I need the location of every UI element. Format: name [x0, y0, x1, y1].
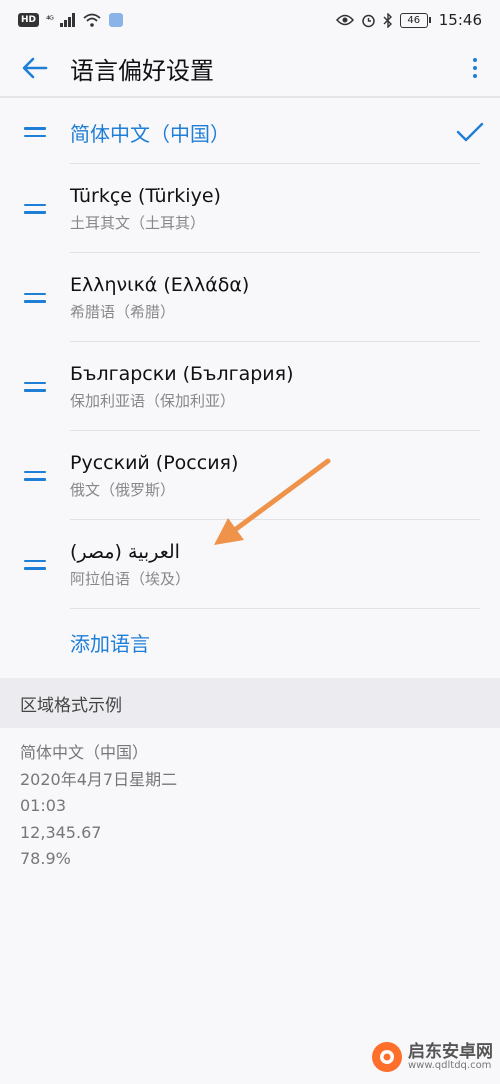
language-subtitle: 希腊语（希腊）: [70, 302, 176, 321]
hd-badge: HD: [18, 13, 40, 27]
language-item[interactable]: Русский (Россия) 俄文（俄罗斯）: [0, 431, 500, 520]
eye-icon: [335, 14, 354, 26]
region-format-examples: 简体中文（中国） 2020年4月7日星期二 01:03 12,345.67 78…: [20, 740, 177, 873]
language-name: Русский (Россия): [70, 451, 239, 474]
language-subtitle: 阿拉伯语（埃及）: [70, 569, 191, 588]
watermark-logo-icon: [372, 1042, 402, 1072]
language-item[interactable]: العربية (مصر) 阿拉伯语（埃及）: [0, 520, 500, 609]
status-bar: HD ⁴ᴳ 46 15:46: [0, 0, 500, 40]
region-example-number: 12,345.67: [20, 822, 102, 842]
app-bar: 语言偏好设置: [0, 40, 500, 98]
region-example-time: 01:03: [20, 796, 67, 815]
network-type: ⁴ᴳ: [46, 14, 54, 26]
region-example-date: 2020年4月7日星期二: [20, 769, 178, 789]
language-subtitle: 俄文（俄罗斯）: [70, 480, 176, 499]
language-text: Български (България) 保加利亚语（保加利亚）: [70, 363, 500, 411]
wifi-icon: [83, 13, 101, 27]
language-text: العربية (مصر) 阿拉伯语（埃及）: [70, 541, 500, 589]
bluetooth-icon: [383, 12, 392, 28]
back-arrow-icon: [22, 57, 48, 79]
language-item[interactable]: Български (България) 保加利亚语（保加利亚）: [0, 342, 500, 431]
language-name: العربية (مصر): [70, 540, 180, 563]
more-vertical-icon: [473, 58, 477, 78]
language-subtitle: 土耳其文（土耳其）: [70, 213, 206, 232]
watermark: 启东安卓网 www.qdltdq.com: [372, 1042, 493, 1072]
region-example-language: 简体中文（中国）: [20, 743, 149, 762]
language-name: Български (България): [70, 362, 294, 385]
back-button[interactable]: [0, 39, 70, 97]
add-language-button[interactable]: 添加语言: [0, 609, 500, 675]
battery-indicator: 46: [399, 12, 431, 28]
language-subtitle: 保加利亚语（保加利亚）: [70, 391, 236, 410]
signal-icon: [59, 13, 75, 27]
language-name: Ελληνικά (Ελλάδα): [70, 273, 250, 296]
language-text: Türkçe (Türkiye) 土耳其文（土耳其）: [70, 185, 500, 233]
app-notification-icon: [108, 13, 123, 27]
status-time: 15:46: [438, 11, 482, 29]
watermark-name: 启东安卓网: [408, 1041, 493, 1062]
drag-handle-icon[interactable]: [0, 559, 70, 570]
language-text: 简体中文（中国）: [70, 118, 440, 147]
drag-handle-icon[interactable]: [0, 381, 70, 392]
language-text: Ελληνικά (Ελλάδα) 希腊语（希腊）: [70, 274, 500, 322]
more-options-button[interactable]: [450, 39, 500, 97]
region-example-percent: 78.9%: [20, 849, 71, 868]
page-title: 语言偏好设置: [70, 56, 214, 85]
checkmark-icon: [440, 121, 500, 143]
drag-handle-icon[interactable]: [0, 127, 70, 137]
alarm-icon: [362, 14, 375, 27]
watermark-url: www.qdltdq.com: [408, 1059, 492, 1071]
drag-handle-icon[interactable]: [0, 292, 70, 303]
language-name: Türkçe (Türkiye): [70, 184, 221, 207]
language-item[interactable]: Ελληνικά (Ελλάδα) 希腊语（希腊）: [0, 253, 500, 342]
status-left: HD ⁴ᴳ: [18, 12, 124, 28]
language-text: Русский (Россия) 俄文（俄罗斯）: [70, 452, 500, 500]
language-name: 简体中文（中国）: [70, 121, 230, 146]
language-item[interactable]: Türkçe (Türkiye) 土耳其文（土耳其）: [0, 164, 500, 253]
status-right: 46 15:46: [335, 11, 482, 29]
region-format-header: 区域格式示例: [0, 678, 500, 728]
drag-handle-icon[interactable]: [0, 203, 70, 214]
watermark-text: 启东安卓网 www.qdltdq.com: [408, 1041, 493, 1071]
language-item[interactable]: 简体中文（中国）: [0, 100, 500, 164]
language-list: 简体中文（中国） Türkçe (Türkiye) 土耳其文（土耳其） Ελλη…: [0, 100, 500, 675]
drag-handle-icon[interactable]: [0, 470, 70, 481]
